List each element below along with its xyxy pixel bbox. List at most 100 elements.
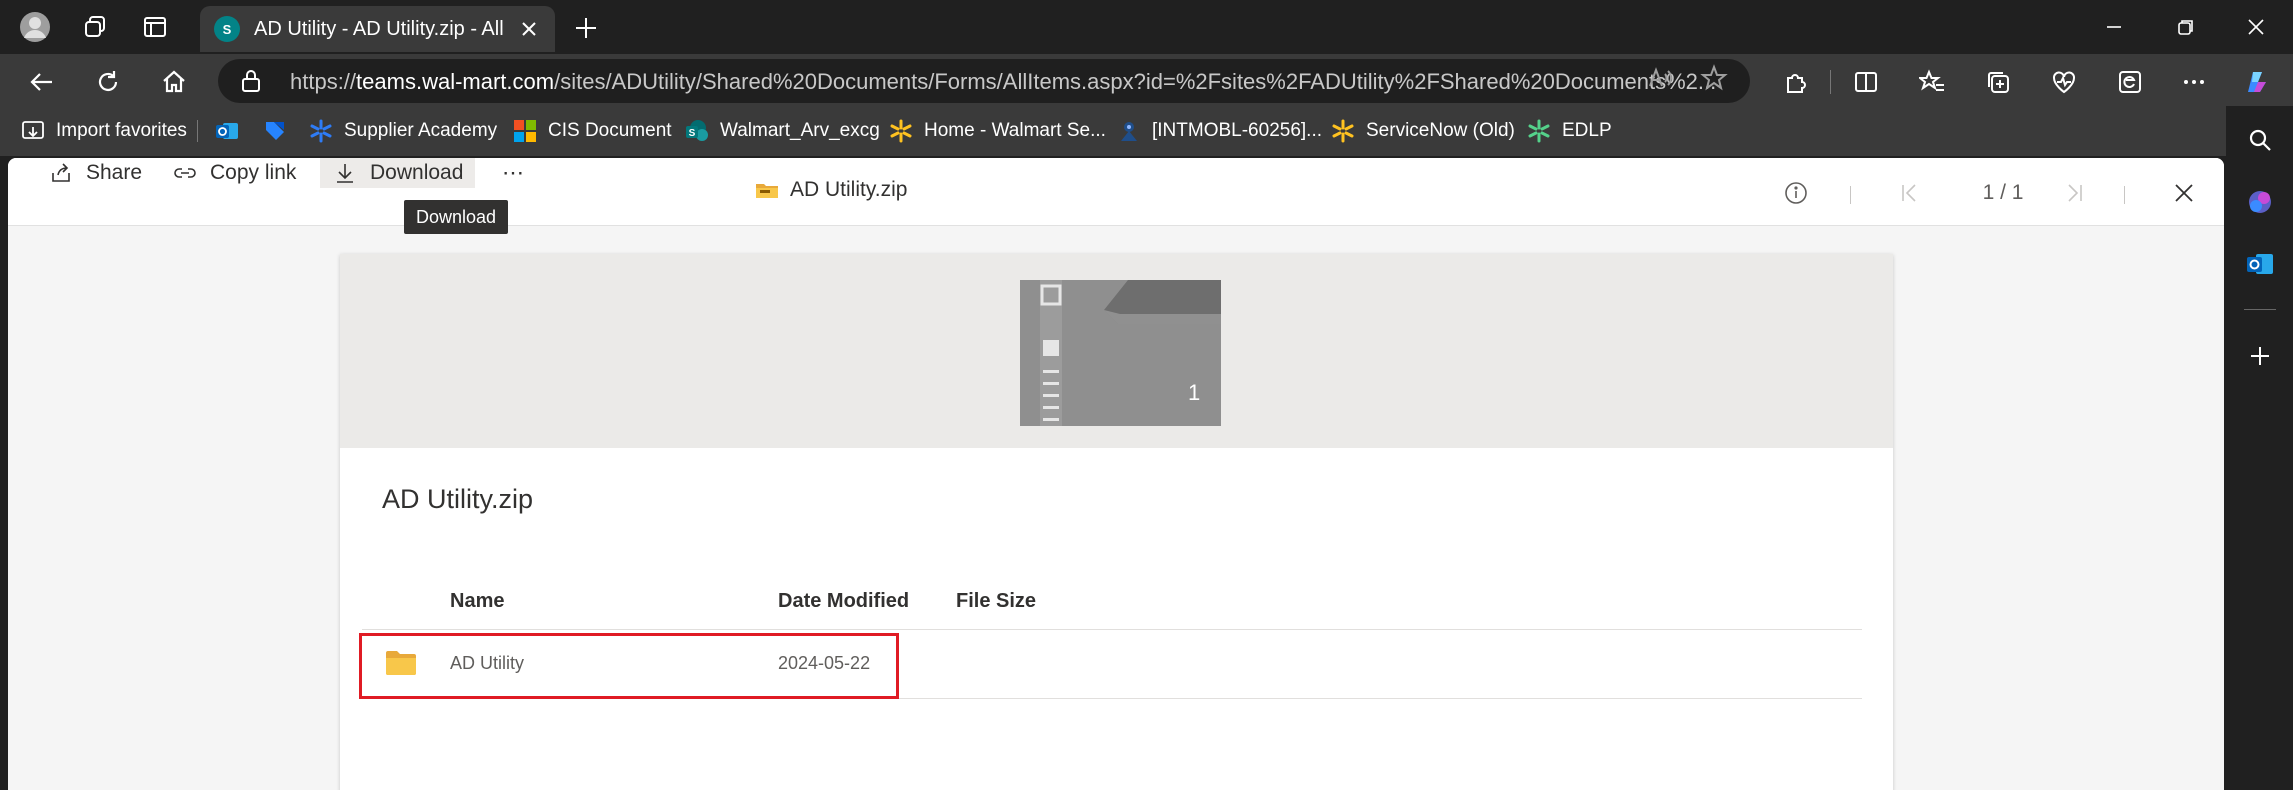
download-tooltip: Download [404,200,509,234]
favorites-separator [197,120,198,142]
walmart-spark-icon [888,118,914,144]
more-options-icon[interactable] [2174,62,2214,102]
favorite-jira[interactable] [262,116,298,146]
lock-icon[interactable] [240,69,262,98]
address-bar[interactable]: https://teams.wal-mart.com/sites/ADUtili… [218,59,1750,103]
extensions-icon[interactable] [1776,62,1816,102]
column-header-name[interactable]: Name [450,590,504,613]
sharepoint-favicon-icon: S [214,16,240,42]
tab-active[interactable]: S AD Utility - AD Utility.zip - All Do [200,6,555,52]
favorite-supplier-academy[interactable]: Supplier Academy [308,116,497,146]
collections-icon[interactable] [1978,62,2018,102]
favorite-home-walmart[interactable]: Home - Walmart Se... [888,116,1106,146]
last-page-icon[interactable] [2058,178,2090,208]
microsoft-icon [512,118,538,144]
walmart-spark-icon [1330,118,1356,144]
workspaces-icon[interactable] [78,10,112,44]
tab-actions-icon[interactable] [138,10,172,44]
walmart-spark-icon [1526,118,1552,144]
favorite-intmobl[interactable]: [INTMOBL-60256]... [1116,116,1322,146]
page-content: Share Copy link Download ⋯ AD Utility.zi… [8,158,2224,790]
sharepoint-icon: S [684,118,710,144]
zip-preview-banner: 1 [340,254,1893,448]
info-icon[interactable] [1780,178,1812,208]
favorite-label: Import favorites [56,120,187,141]
sidebar-outlook-icon[interactable] [2240,244,2280,284]
share-label: Share [86,161,143,184]
zip-file-icon [756,184,778,198]
favorite-import-favorites[interactable]: Import favorites [20,116,187,146]
viewer-command-bar: Share Copy link Download ⋯ AD Utility.zi… [8,158,2224,226]
command-separator [1850,186,1851,204]
new-tab-icon[interactable] [568,10,604,46]
favorite-label: CIS Document [548,120,672,141]
viewer-file-name: AD Utility.zip [790,178,908,201]
minimize-icon[interactable] [2084,8,2144,46]
command-separator [2124,186,2125,204]
tab-bar: S AD Utility - AD Utility.zip - All Do [0,0,2293,54]
favorite-walmart-arv-excg[interactable]: S Walmart_Arv_excg [684,116,880,146]
refresh-icon[interactable] [88,62,128,102]
jira-icon [262,118,288,144]
favorites-bar: Import favorites Supplier Academy CIS Do… [0,106,2293,156]
favorite-cis-document[interactable]: CIS Document [512,116,672,146]
favorite-servicenow[interactable]: ServiceNow (Old) [1330,116,1515,146]
download-button[interactable]: Download [320,158,476,188]
ie-mode-icon[interactable] [2110,62,2150,102]
more-commands-button[interactable]: ⋯ [502,158,524,188]
share-button[interactable]: Share [48,158,142,188]
more-commands-label: ⋯ [502,160,524,185]
edge-sidebar [2226,106,2293,790]
favorites-list-icon[interactable] [1912,62,1952,102]
browser-essentials-icon[interactable] [2044,62,2084,102]
read-aloud-icon[interactable] [1646,64,1674,97]
outlook-icon [214,118,240,144]
column-header-date-modified[interactable]: Date Modified [778,590,909,613]
toolbar-separator [1830,70,1831,94]
split-screen-icon[interactable] [1846,62,1886,102]
profile-avatar-icon[interactable] [18,10,52,44]
url-host: teams.wal-mart.com [356,69,555,94]
link-icon [172,160,198,186]
share-icon [48,160,74,186]
close-window-icon[interactable] [2226,8,2286,46]
zip-content-title: AD Utility.zip [382,484,534,514]
viewer-file-title: AD Utility.zip [756,178,907,202]
sidebar-separator [2244,309,2276,310]
favorite-label: [INTMOBL-60256]... [1152,120,1323,141]
favorite-star-icon[interactable] [1700,64,1728,97]
copy-link-button[interactable]: Copy link [172,158,296,188]
copilot-icon[interactable] [2236,62,2276,102]
file-list-header: Name Date Modified File Size [362,578,1862,630]
favorite-edlp[interactable]: EDLP [1526,116,1612,146]
tab-title: AD Utility - AD Utility.zip - All Do [254,17,509,40]
jira-icon [1116,118,1142,144]
favorite-label: EDLP [1562,120,1612,141]
favorite-label: Home - Walmart Se... [924,120,1106,141]
svg-text:S: S [689,128,696,139]
page-indicator: 1 / 1 [1982,181,2024,204]
restore-icon[interactable] [2156,8,2216,46]
favorite-label: Supplier Academy [344,120,498,141]
home-icon[interactable] [154,62,194,102]
sidebar-search-icon[interactable] [2240,120,2280,160]
favorite-label: ServiceNow (Old) [1366,120,1515,141]
back-arrow-icon[interactable] [22,62,62,102]
tab-close-icon[interactable] [517,17,541,41]
first-page-icon[interactable] [1894,178,1926,208]
zip-preview-card: 1 AD Utility.zip Name Date Modified File… [340,254,1893,790]
close-viewer-icon[interactable] [2168,178,2200,208]
url-text[interactable]: https://teams.wal-mart.com/sites/ADUtili… [290,69,1850,95]
download-label: Download [370,161,464,184]
column-header-file-size[interactable]: File Size [956,590,1036,613]
favorite-outlook[interactable] [214,116,250,146]
navigation-bar: https://teams.wal-mart.com/sites/ADUtili… [0,54,2293,106]
sidebar-add-icon[interactable] [2240,336,2280,376]
url-path: /sites/ADUtility/Shared%20Documents/Form… [554,69,1717,94]
annotation-highlight-box [359,633,899,699]
sidebar-copilot-icon[interactable] [2240,182,2280,222]
favorite-label: Walmart_Arv_excg [720,120,880,141]
zip-item-count: 1 [1188,380,1201,405]
walmart-spark-icon [308,118,334,144]
import-icon [20,118,46,144]
